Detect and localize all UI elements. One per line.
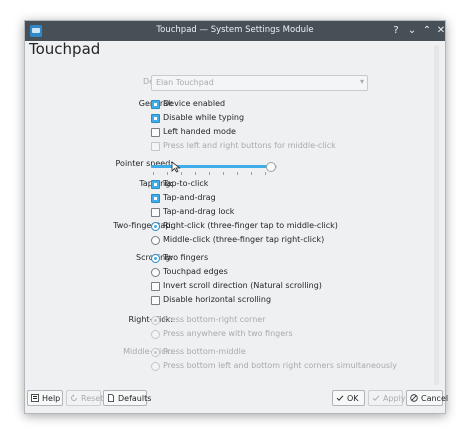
checkbox-checked-icon <box>151 114 160 123</box>
reset-button: Reset <box>66 390 104 406</box>
settings-window: Touchpad — System Settings Module ? ⌄ ⌃ … <box>24 20 448 414</box>
radio-selected-icon <box>151 254 160 263</box>
chevron-down-icon: ▾ <box>359 77 364 86</box>
slider-tick <box>251 172 252 175</box>
simultaneous-corners-label: Press bottom left and bottom right corne… <box>163 361 398 370</box>
slider-tick <box>237 172 238 175</box>
radio-disabled-icon <box>151 316 160 325</box>
bottom-right-corner-label: Press bottom-right corner <box>163 315 266 324</box>
checkbox-unchecked-icon <box>151 282 160 291</box>
ok-button-label: OK <box>347 394 359 403</box>
radio-unselected-icon <box>151 268 160 277</box>
slider-handle[interactable] <box>266 162 276 172</box>
invert-scroll-label: Invert scroll direction (Natural scrolli… <box>163 281 322 290</box>
close-icon[interactable]: ✕ <box>434 24 448 38</box>
minimize-icon[interactable]: ⌄ <box>405 24 419 38</box>
device-select[interactable]: Elan Touchpad ▾ <box>151 75 368 91</box>
cancel-button-label: Cancel <box>421 394 449 403</box>
slider-tick <box>153 172 154 175</box>
help-button[interactable]: Help <box>27 390 63 406</box>
help-button-label: Help <box>42 394 61 403</box>
radio-disabled-icon <box>151 348 160 357</box>
tap-to-click-label: Tap-to-click <box>163 179 209 188</box>
slider-tick <box>223 172 224 175</box>
slider-tick <box>265 172 266 175</box>
two-fingers-right-click-label: Press anywhere with two fingers <box>163 329 293 338</box>
tap-and-drag-label: Tap-and-drag <box>163 193 216 202</box>
apply-button-label: Apply <box>383 394 406 403</box>
slider-tick <box>181 172 182 175</box>
defaults-icon <box>108 394 114 402</box>
cancel-icon <box>410 394 418 402</box>
two-fingers-scroll-label: Two fingers <box>163 253 209 262</box>
checkbox-checked-icon <box>151 194 160 203</box>
window-title: Touchpad — System Settings Module <box>156 25 314 35</box>
left-handed-mode-label: Left handed mode <box>163 127 236 136</box>
checkmark-icon <box>336 395 344 401</box>
radio-disabled-icon <box>151 330 160 339</box>
bottom-middle-label: Press bottom-middle <box>163 347 246 356</box>
mouse-cursor-icon <box>171 161 181 173</box>
slider-tick <box>167 172 168 175</box>
title-bar: Touchpad — System Settings Module ? ⌄ ⌃ … <box>25 21 445 41</box>
disable-while-typing-label: Disable while typing <box>163 113 245 122</box>
middle-click-emulation-label: Press left and right buttons for middle-… <box>163 141 336 150</box>
device-select-value: Elan Touchpad <box>156 78 214 87</box>
radio-disabled-icon <box>151 362 160 371</box>
help-icon[interactable]: ? <box>389 24 403 38</box>
touchpad-edges-label: Touchpad edges <box>163 267 228 276</box>
checkbox-disabled-icon <box>151 142 160 151</box>
two-finger-right-click-label: Right-click (three-finger tap to middle-… <box>163 221 338 230</box>
slider-tick <box>209 172 210 175</box>
device-enabled-label: Device enabled <box>163 99 226 108</box>
maximize-icon[interactable]: ⌃ <box>420 24 434 38</box>
slider-tick <box>195 172 196 175</box>
defaults-button[interactable]: Defaults <box>103 390 151 406</box>
ok-button[interactable]: OK <box>332 390 365 406</box>
reset-icon <box>71 394 77 401</box>
checkbox-unchecked-icon <box>151 208 160 217</box>
help-icon <box>31 394 39 402</box>
apply-button: Apply <box>368 390 406 406</box>
two-finger-middle-click-label: Middle-click (three-finger tap right-cli… <box>163 235 325 244</box>
checkbox-unchecked-icon <box>151 296 160 305</box>
radio-selected-icon <box>151 222 160 231</box>
reset-button-label: Reset <box>81 394 104 403</box>
slider-fill <box>151 165 270 168</box>
page-title: Touchpad <box>29 40 101 58</box>
checkbox-checked-icon <box>151 180 160 189</box>
dialog-button-bar: Help Reset Defaults OK Apply Cancel <box>25 390 448 413</box>
scrollbar[interactable] <box>434 45 439 385</box>
cancel-button[interactable]: Cancel <box>406 390 448 406</box>
checkbox-unchecked-icon <box>151 128 160 137</box>
checkbox-checked-icon <box>151 100 160 109</box>
tap-and-drag-lock-label: Tap-and-drag lock <box>163 207 235 216</box>
radio-unselected-icon <box>151 236 160 245</box>
disable-horizontal-scroll-label: Disable horizontal scrolling <box>163 295 272 304</box>
checkmark-icon <box>372 395 380 401</box>
defaults-button-label: Defaults <box>118 394 152 403</box>
